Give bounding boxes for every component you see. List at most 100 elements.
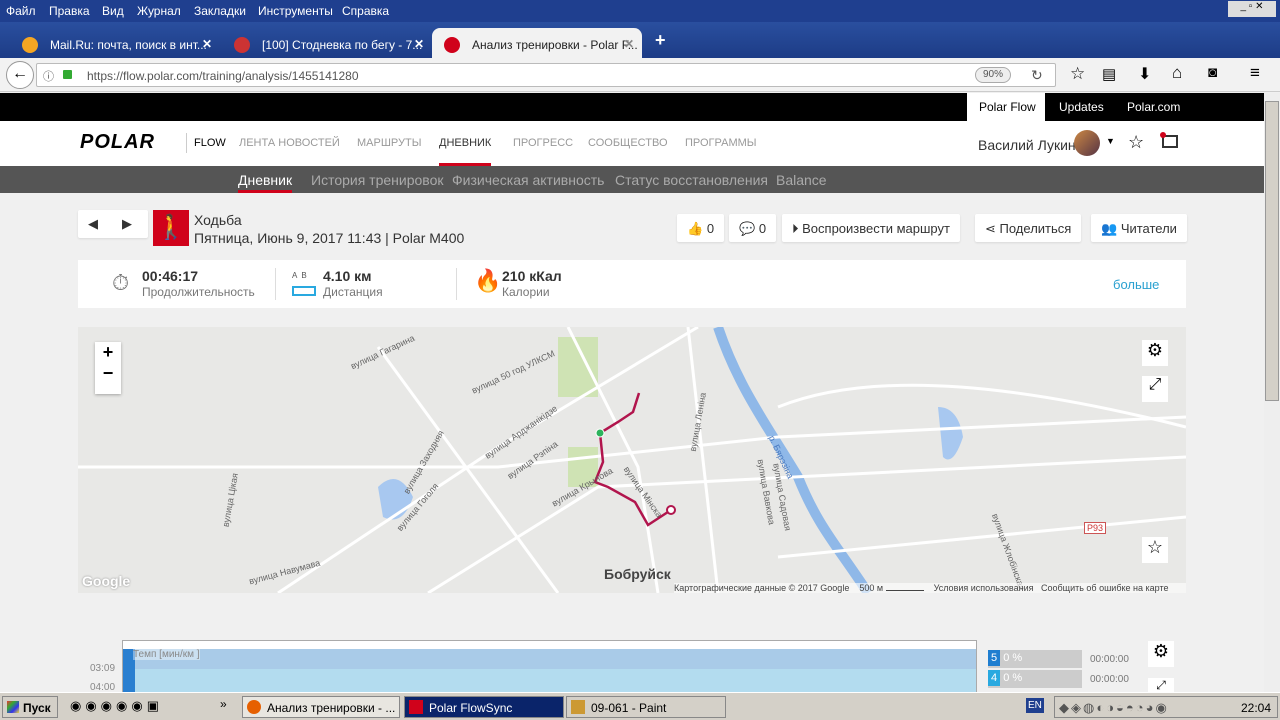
menu-bar: Файл Правка Вид Журнал Закладки Инструме… (0, 0, 1280, 22)
map-attribution: Картографические данные © 2017 Google 50… (674, 583, 1186, 593)
notification-dot (1160, 132, 1166, 138)
settings-gear-icon[interactable]: ⚙ (1142, 340, 1168, 366)
nav-diary[interactable]: ДНЕВНИК (439, 137, 492, 166)
next-button[interactable]: ▶ (122, 216, 132, 232)
subnav-balance[interactable]: Balance (776, 172, 827, 188)
home-icon[interactable]: ⌂ (1172, 63, 1182, 83)
menu-file[interactable]: Файл (6, 4, 36, 18)
road-number: Р93 (1084, 522, 1107, 534)
reading-list-icon[interactable]: ▤ (1102, 65, 1116, 83)
prev-button[interactable]: ◀ (88, 216, 98, 232)
menu-help[interactable]: Справка (342, 4, 389, 18)
zoom-level[interactable]: 90% (975, 67, 1011, 83)
scrollbar[interactable] (1264, 93, 1280, 692)
start-button[interactable]: Пуск (2, 696, 58, 718)
chart-fullscreen-icon[interactable]: ⤢ (1148, 678, 1174, 692)
flowsync-icon (409, 700, 423, 714)
info-icon[interactable]: ⓘ (43, 68, 54, 84)
thumbs-up-icon: 👍 (687, 221, 707, 236)
reload-icon[interactable]: ↻ (1031, 67, 1043, 84)
bookmark-star-icon[interactable]: ☆ (1070, 64, 1085, 84)
map-canvas[interactable] (78, 327, 1186, 593)
taskbar-window-firefox[interactable]: Анализ тренировки - ... (242, 696, 400, 718)
zoom-out-button[interactable]: − (95, 363, 121, 384)
nav-programs[interactable]: ПРОГРАММЫ (685, 137, 757, 149)
distance-value: 4.10 км (323, 268, 372, 284)
new-tab-button[interactable]: + (655, 30, 666, 51)
chevron-down-icon[interactable]: ▼ (1106, 136, 1115, 146)
tab-mailru[interactable]: Mail.Ru: почта, поиск в инт... ✕ (10, 28, 220, 58)
lock-icon (63, 70, 72, 79)
readers-button[interactable]: 👥 Читатели (1091, 214, 1187, 242)
nav-community[interactable]: СООБЩЕСТВО (588, 137, 668, 149)
chart-settings-gear-icon[interactable]: ⚙ (1148, 641, 1174, 667)
taskbar-window-paint[interactable]: 09-061 - Paint (566, 696, 726, 718)
polar-logo[interactable]: POLAR (80, 131, 155, 154)
link-updates[interactable]: Updates (1059, 100, 1104, 114)
fullscreen-icon[interactable]: ⤢ (1142, 376, 1168, 402)
y-tick: 03:09 (90, 663, 116, 674)
zoom-in-button[interactable]: + (95, 342, 121, 363)
terms-link[interactable]: Условия использования (934, 583, 1034, 593)
subnav-diary[interactable]: Дневник (238, 172, 293, 193)
calories-value: 210 кКал (502, 268, 562, 284)
tab-stodnevka[interactable]: [100] Стодневка по бегу - 7... ✕ (222, 28, 432, 58)
site-icon (234, 37, 250, 53)
nav-progress[interactable]: ПРОГРЕСС (513, 137, 573, 149)
language-indicator[interactable]: EN (1026, 698, 1044, 713)
window-controls[interactable]: _ ▫ ✕ (1228, 1, 1276, 17)
play-route-button[interactable]: ⏵ Воспроизвести маршрут (782, 214, 960, 242)
pocket-icon[interactable]: ◙ (1208, 64, 1217, 81)
pace-chart[interactable]: Темп [мин/км ] (122, 640, 977, 693)
report-link[interactable]: Сообщить об ошибке на карте (1041, 583, 1168, 593)
google-logo: Google (82, 573, 131, 589)
sub-nav: Дневник История тренировок Физическая ак… (0, 166, 1264, 193)
pace-band (123, 669, 976, 693)
quick-launch-icons[interactable]: ◉◉◉◉◉▣ (70, 698, 163, 714)
zone-time: 00:00:00 (1090, 654, 1129, 665)
close-icon[interactable]: ✕ (624, 37, 634, 51)
link-polar-com[interactable]: Polar.com (1127, 100, 1180, 114)
polar-top-bar: Polar Flow Updates Polar.com (0, 93, 1264, 121)
nav-news[interactable]: ЛЕНТА НОВОСТЕЙ (239, 137, 340, 149)
more-link[interactable]: больше (1113, 277, 1159, 292)
user-name[interactable]: Василий Лукин (978, 137, 1076, 153)
back-button[interactable]: ← (6, 61, 34, 89)
subnav-history[interactable]: История тренировок (311, 172, 443, 188)
taskbar: Пуск ◉◉◉◉◉▣ » Анализ тренировки - ... Po… (0, 692, 1280, 720)
download-icon[interactable]: ⬇ (1138, 64, 1151, 84)
link-polar-flow[interactable]: Polar Flow (967, 93, 1045, 121)
share-button[interactable]: ⋖ Поделиться (975, 214, 1082, 242)
tab-polar[interactable]: Анализ тренировки - Polar F... ✕ (432, 28, 642, 58)
tray-icons[interactable]: ◆◈◍◐◑◒◓◔◕◉ (1059, 700, 1169, 716)
nav-routes[interactable]: МАРШРУТЫ (357, 137, 421, 149)
prev-next-nav: ◀ ▶ (78, 210, 148, 238)
favorite-star-icon[interactable]: ☆ (1142, 537, 1168, 563)
star-icon[interactable]: ☆ (1128, 132, 1144, 153)
subnav-activity[interactable]: Физическая активность (452, 172, 604, 188)
comment-button[interactable]: 💬 0 (729, 214, 777, 242)
duration-label: Продолжительность (142, 285, 255, 299)
menu-tools[interactable]: Инструменты (258, 4, 333, 18)
walking-icon: 🚶 (153, 210, 189, 246)
scrollbar-thumb[interactable] (1265, 101, 1279, 401)
avatar[interactable] (1074, 130, 1100, 156)
menu-edit[interactable]: Правка (49, 4, 90, 18)
like-button[interactable]: 👍 0 (677, 214, 725, 242)
paint-icon (571, 700, 585, 714)
menu-view[interactable]: Вид (102, 4, 124, 18)
taskbar-window-flowsync[interactable]: Polar FlowSync (404, 696, 564, 718)
quick-launch-more[interactable]: » (220, 697, 227, 711)
route-map[interactable]: вулица Гагарина вулица 50 год УЛКСМ вули… (78, 327, 1186, 593)
subnav-recovery[interactable]: Статус восстановления (615, 172, 768, 188)
close-icon[interactable]: ✕ (202, 37, 212, 51)
menu-icon[interactable]: ≡ (1250, 63, 1260, 83)
close-icon[interactable]: ✕ (414, 37, 424, 51)
distance-label: Дистанция (323, 285, 383, 299)
menu-history[interactable]: Журнал (137, 4, 181, 18)
stopwatch-icon: ⏱ (112, 270, 130, 295)
url-bar[interactable]: ⓘ https://flow.polar.com/training/analys… (36, 63, 1056, 87)
duration-value: 00:46:17 (142, 268, 199, 284)
menu-bookmarks[interactable]: Закладки (194, 4, 246, 18)
nav-bar: ← ⓘ https://flow.polar.com/training/anal… (0, 58, 1280, 92)
